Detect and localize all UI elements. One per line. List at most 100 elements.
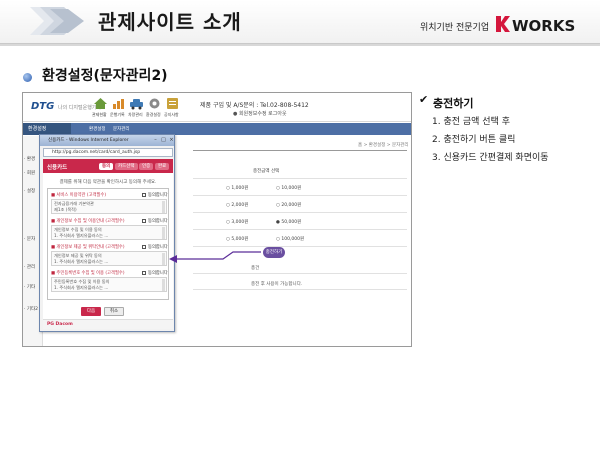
table-divider	[193, 212, 407, 213]
site-account-links[interactable]: ● 회원정보수정 로그아웃	[233, 110, 287, 117]
close-icon[interactable]: ×	[168, 137, 174, 143]
settings-icon[interactable]	[147, 97, 162, 110]
step-tab-agree: 동의	[99, 163, 114, 170]
table-divider	[193, 246, 407, 247]
sidebar-item[interactable]: · 관리	[24, 264, 35, 270]
toolbar-label-records[interactable]: 운행기록	[110, 112, 125, 118]
charge-total-label: 총건	[251, 266, 260, 271]
charge-option[interactable]: ○ 10,000원	[276, 185, 301, 191]
step-item: 1. 충전 금액 선택 후	[432, 117, 510, 127]
popup-address-bar[interactable]: http://pg.dacom.net/card/card_auth.jsp	[43, 148, 173, 157]
charge-button[interactable]: 충전하기	[263, 247, 285, 258]
agree-checkbox[interactable]	[142, 271, 146, 275]
step-tab-auth: 인증	[139, 163, 154, 170]
agree-label[interactable]: 동의합니다	[148, 192, 168, 198]
maximize-icon[interactable]: □	[160, 137, 167, 143]
agree-label[interactable]: 동의합니다	[148, 270, 168, 276]
sidebar-item[interactable]: · 문자	[24, 236, 35, 242]
charge-table: 충전금액 선택 ○ 1,000원 ○ 10,000원 ○ 2,000원 ○ 20…	[193, 150, 407, 300]
home-icon[interactable]	[93, 97, 108, 110]
popup-window-title: 신용카드 - Windows Internet Explorer	[48, 138, 129, 143]
popup-footer-brand: PG Dacom	[47, 322, 73, 327]
popup-brand: 신용카드	[47, 165, 68, 171]
scrollbar[interactable]	[162, 227, 165, 239]
terms-text[interactable]: 주민등록번호 수집 및 이용 동의 1. 주식회사 엘지유플러스는 ...	[51, 277, 167, 292]
agree-label[interactable]: 동의합니다	[148, 218, 168, 224]
sidebar-item[interactable]: · 기타	[24, 284, 35, 290]
site-breadcrumb-1[interactable]: 환경설정	[89, 126, 106, 132]
site-logo: DTG	[31, 101, 55, 112]
terms-section-title: ■ 서비스 이용약관 (고객필수)	[51, 193, 106, 198]
terms-line: 1. 주식회사 엘지유플러스는 ...	[54, 285, 109, 290]
scrollbar[interactable]	[162, 279, 165, 291]
terms-text[interactable]: 개인정보 제공 및 위탁 동의 1. 주식회사 엘지유플러스는 ...	[51, 251, 167, 266]
table-divider	[193, 273, 407, 274]
charge-option-selected[interactable]: ● 50,000원	[276, 219, 301, 225]
charge-option[interactable]: ○ 3,000원	[226, 219, 248, 225]
agree-checkbox[interactable]	[142, 245, 146, 249]
table-divider	[193, 289, 407, 290]
header-chevron-decoration	[30, 7, 84, 35]
popup-url[interactable]: http://pg.dacom.net/card/card_auth.jsp	[52, 150, 140, 155]
terms-text[interactable]: 전자금융거래 기본약관 제1조 (목적)	[51, 199, 167, 214]
svg-text:WORKS: WORKS	[512, 17, 575, 35]
step-item: 3. 신용카드 간편결제 화면이동	[432, 153, 549, 163]
charge-option[interactable]: ○ 2,000원	[226, 202, 248, 208]
popup-body: 신용카드 동의 카드선택 인증 완료 결제를 위해 다음 약관을 확인하시고 동…	[43, 159, 173, 329]
step-item: 2. 충전하기 버튼 클릭	[432, 135, 516, 145]
site-contact: 제품 구입 및 A/S문의 : Tel.02-808-5412	[200, 102, 309, 109]
table-divider	[193, 229, 407, 230]
sidebar-item[interactable]: · 기타2	[24, 306, 38, 312]
terms-line: 1. 주식회사 엘지유플러스는 ...	[54, 233, 109, 238]
site-breadcrumb-2[interactable]: 문자관리	[113, 126, 130, 132]
terms-line: 1. 주식회사 엘지유플러스는 ...	[54, 259, 109, 264]
terms-section-title: ■ 개인정보 제공 및 위탁안내 (고객필수)	[51, 245, 125, 250]
charge-option[interactable]: ○ 1,000원	[226, 185, 248, 191]
scrollbar[interactable]	[162, 253, 165, 265]
toolbar-label-status[interactable]: 관제현황	[92, 112, 107, 118]
toolbar-label-notice[interactable]: 공지사항	[164, 112, 179, 118]
sidebar-item[interactable]: · 회원	[24, 170, 35, 176]
bullet-icon	[23, 73, 32, 82]
section-title: 환경설정(문자관리2)	[42, 68, 168, 84]
sidebar-item[interactable]: · 환경	[24, 156, 35, 162]
toolbar-label-vehicles[interactable]: 차량관리	[128, 112, 143, 118]
charge-option[interactable]: ○ 5,000원	[226, 236, 248, 242]
next-button[interactable]: 다음	[81, 307, 101, 316]
agree-checkbox[interactable]	[142, 219, 146, 223]
header-divider	[0, 44, 600, 46]
agree-checkbox[interactable]	[142, 193, 146, 197]
site-nav-current-label[interactable]: 환경설정	[28, 125, 46, 132]
popup-footer: PG Dacom	[43, 319, 173, 329]
minimize-icon[interactable]: –	[152, 137, 159, 143]
terms-section-title: ■ 개인정보 수집 및 이용안내 (고객필수)	[51, 219, 125, 224]
charge-option[interactable]: ○ 100,000원	[276, 236, 304, 242]
charge-option[interactable]: ○ 20,000원	[276, 202, 301, 208]
terms-line: 제1조 (목적)	[54, 207, 77, 212]
charge-note: 충전 후 사용이 가능합니다.	[251, 282, 303, 287]
slide-header: 관제사이트 소개 위치기반 전문기업 WORKS	[0, 0, 600, 44]
terms-text[interactable]: 개인정보 수집 및 이용 동의 1. 주식회사 엘지유플러스는 ...	[51, 225, 167, 240]
terms-section-title: ■ 주민등록번호 수집 및 이용 (고객필수)	[51, 271, 125, 276]
cancel-button[interactable]: 취소	[104, 307, 124, 316]
site-path: 홈 > 환경설정 > 문자관리	[358, 143, 409, 148]
check-icon: ✔	[419, 93, 429, 106]
kworks-logo: WORKS	[496, 16, 575, 35]
page-title: 관제사이트 소개	[98, 10, 242, 34]
website-screenshot: DTG 나의 디지털운행기록 관제현황 운행기록 차량관리 환경설정 공지사항 …	[22, 92, 412, 347]
popup-intro: 결제를 위해 다음 약관을 확인하시고 동의해 주세요.	[59, 180, 157, 185]
step-tab-done: 완료	[155, 163, 170, 170]
slide: 관제사이트 소개 위치기반 전문기업 WORKS 환경설정(문자관리2) DTG…	[0, 0, 600, 450]
toolbar-label-settings[interactable]: 환경설정	[146, 112, 161, 118]
terms-box: ■ 서비스 이용약관 (고객필수) 동의합니다 전자금융거래 기본약관 제1조 …	[47, 188, 169, 300]
popup-edge-highlight	[156, 239, 180, 245]
credit-card-popup: 신용카드 - Windows Internet Explorer – □ × h…	[39, 134, 175, 332]
scrollbar[interactable]	[162, 201, 165, 213]
car-icon[interactable]	[129, 97, 144, 110]
charge-table-header: 충전금액 선택	[253, 169, 280, 174]
step-tab-card: 카드선택	[115, 163, 138, 170]
chart-icon[interactable]	[111, 97, 126, 110]
sidebar-item[interactable]: · 설정	[24, 188, 35, 194]
steps-heading: 충전하기	[433, 97, 474, 110]
notice-icon[interactable]	[165, 97, 180, 110]
